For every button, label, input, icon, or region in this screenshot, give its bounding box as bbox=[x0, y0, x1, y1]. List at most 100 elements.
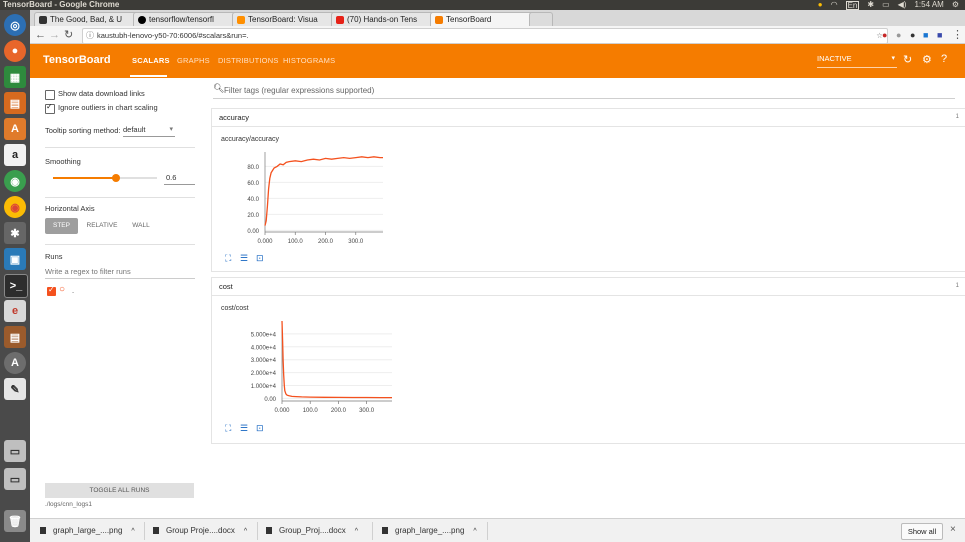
x-tick-label: 200.0 bbox=[331, 408, 347, 414]
accuracy-chart[interactable]: 0.00 20.0 40.0 60.0 80.0 0.000 100.0 200.0 300.0 bbox=[215, 147, 395, 257]
extension-icon[interactable]: ■ bbox=[923, 28, 928, 42]
download-item[interactable]: Group_Proj....docx ^ bbox=[266, 526, 358, 535]
updater-icon[interactable]: A bbox=[4, 352, 26, 374]
firefox-icon[interactable]: ● bbox=[4, 40, 26, 62]
app-logo[interactable]: TensorBoard bbox=[43, 54, 111, 66]
software-center-icon[interactable]: A bbox=[4, 118, 26, 140]
show-download-links-label: Show data download links bbox=[58, 89, 145, 98]
divider bbox=[45, 197, 195, 198]
ignore-outliers-checkbox[interactable]: ✓ bbox=[45, 102, 55, 114]
input-indicator[interactable]: En bbox=[845, 0, 860, 10]
amazon-icon[interactable]: a bbox=[4, 144, 26, 166]
extension-icon[interactable]: ■ bbox=[937, 28, 942, 42]
volume-icon[interactable]: ◀) bbox=[898, 0, 907, 10]
axis-wall-button[interactable]: WALL bbox=[126, 218, 156, 234]
chrome-icon[interactable]: ◉ bbox=[4, 196, 26, 218]
reload-icon[interactable]: ↻ bbox=[64, 28, 73, 42]
trash-icon[interactable]: 🗑 bbox=[4, 510, 26, 532]
terminal-icon[interactable]: >_ bbox=[4, 274, 28, 298]
tab-scalars[interactable]: SCALARS bbox=[132, 56, 170, 65]
axis-step-button[interactable]: STEP bbox=[45, 218, 78, 234]
y-tick-label: 0.00 bbox=[247, 229, 259, 235]
cost-chart[interactable]: 0.00 1.000e+4 2.000e+4 3.000e+4 4.000e+4 5.00… bbox=[215, 316, 405, 426]
text-editor-icon[interactable]: ✎ bbox=[4, 378, 26, 400]
caret-up-icon[interactable]: ^ bbox=[355, 528, 358, 535]
wifi-icon[interactable]: ◠ bbox=[831, 0, 838, 10]
files-icon[interactable]: ▤ bbox=[4, 326, 26, 348]
dropdown-arrow-icon: ▾ bbox=[169, 126, 173, 133]
browser-tab[interactable]: The Good, Bad, & U × bbox=[34, 12, 149, 27]
x-tick-label: 100.0 bbox=[303, 408, 319, 414]
drive-icon[interactable]: ▭ bbox=[4, 440, 26, 462]
show-all-downloads-button[interactable]: Show all bbox=[901, 523, 943, 540]
log-directory: ./logs/cnn_logs1 bbox=[45, 501, 92, 508]
axis-relative-button[interactable]: RELATIVE bbox=[83, 218, 121, 234]
runs-filter-placeholder: Write a regex to filter runs bbox=[45, 267, 131, 276]
ide-icon[interactable]: e bbox=[4, 300, 26, 322]
caret-up-icon[interactable]: ^ bbox=[131, 528, 134, 535]
x-tick-label: 0.000 bbox=[274, 408, 290, 414]
tooltip-sorting-select[interactable]: default ▾ bbox=[123, 124, 175, 137]
tab-distributions[interactable]: DISTRIBUTIONS bbox=[218, 56, 279, 65]
expand-chart-icon[interactable]: ⊡ bbox=[256, 253, 264, 263]
fit-domain-icon[interactable]: ⛶ bbox=[225, 423, 231, 433]
help-icon[interactable]: ? bbox=[941, 53, 947, 65]
run-color-circle-icon[interactable]: ○ bbox=[59, 284, 65, 295]
battery-icon[interactable]: ▭ bbox=[882, 0, 890, 10]
extension-icon[interactable]: ● bbox=[882, 28, 887, 42]
clock[interactable]: 1:54 AM bbox=[914, 0, 943, 10]
impress-icon[interactable]: ▤ bbox=[4, 92, 26, 114]
chart-title: cost/cost bbox=[221, 305, 249, 312]
main-panel: 🔍︎ Filter tags (regular expressions supp… bbox=[205, 78, 965, 518]
ignore-outliers-label: Ignore outliers in chart scaling bbox=[58, 103, 158, 112]
toggle-all-runs-button[interactable]: TOGGLE ALL RUNS bbox=[45, 483, 194, 498]
extension-icon[interactable]: ● bbox=[910, 28, 915, 42]
bluetooth-icon[interactable]: ✱ bbox=[867, 0, 874, 10]
category-header[interactable]: cost 1 bbox=[212, 278, 965, 296]
close-icon[interactable]: × bbox=[950, 524, 956, 535]
show-download-links-checkbox[interactable] bbox=[45, 90, 55, 100]
file-icon bbox=[382, 527, 388, 534]
y-tick-label: 5.000e+4 bbox=[251, 332, 277, 338]
smoothing-input[interactable]: 0.6 bbox=[164, 172, 195, 185]
download-item[interactable]: graph_large_....png ^ bbox=[40, 526, 135, 535]
system-settings-icon[interactable]: ✱ bbox=[4, 222, 26, 244]
calc-icon[interactable]: ▦ bbox=[4, 66, 26, 88]
tab-histograms[interactable]: HISTOGRAMS bbox=[283, 56, 335, 65]
address-bar[interactable]: ⓘ kaustubh-lenovo-y50-70:6006/#scalars&r… bbox=[82, 28, 888, 44]
settings-icon[interactable]: ⚙ bbox=[922, 53, 932, 66]
refresh-icon[interactable]: ↻ bbox=[903, 53, 912, 66]
forward-arrow-icon[interactable]: → bbox=[49, 28, 60, 42]
back-arrow-icon[interactable]: ← bbox=[35, 28, 46, 42]
new-tab-button[interactable] bbox=[529, 12, 553, 27]
settings-gear-icon[interactable]: ⚙ bbox=[952, 0, 959, 10]
extension-icon[interactable]: ● bbox=[896, 28, 901, 42]
runs-filter-input[interactable]: Write a regex to filter runs bbox=[45, 266, 195, 279]
run-checkbox[interactable]: ✓ bbox=[47, 285, 56, 296]
download-item[interactable]: Group Proje....docx ^ bbox=[153, 526, 247, 535]
tab-graphs[interactable]: GRAPHS bbox=[177, 56, 210, 65]
chrome-tray-icon[interactable]: ● bbox=[818, 0, 823, 10]
log-scale-icon[interactable]: ☰ bbox=[240, 253, 248, 263]
drive-icon-2[interactable]: ▭ bbox=[4, 468, 26, 490]
menu-kebab-icon[interactable]: ⋮ bbox=[952, 28, 963, 42]
tag-filter-input[interactable]: 🔍︎ Filter tags (regular expressions supp… bbox=[213, 83, 955, 99]
fit-domain-icon[interactable]: ⛶ bbox=[225, 253, 231, 263]
document-viewer-icon[interactable]: ▣ bbox=[4, 248, 26, 270]
caret-up-icon[interactable]: ^ bbox=[473, 528, 476, 535]
info-icon[interactable]: ⓘ bbox=[86, 29, 94, 42]
browser-tab[interactable]: tensorflow/tensorfl × bbox=[133, 12, 248, 27]
expand-chart-icon[interactable]: ⊡ bbox=[256, 423, 264, 433]
download-item[interactable]: graph_large_....png ^ bbox=[382, 526, 477, 535]
dash-icon[interactable]: ◎ bbox=[4, 14, 26, 36]
log-scale-icon[interactable]: ☰ bbox=[240, 423, 248, 433]
browser-tab[interactable]: TensorBoard: Visua × bbox=[232, 12, 347, 27]
category-header[interactable]: accuracy 1 bbox=[212, 109, 965, 127]
caret-up-icon[interactable]: ^ bbox=[244, 528, 247, 535]
browser-tab-active[interactable]: TensorBoard × bbox=[430, 12, 545, 27]
smoothing-slider-knob[interactable] bbox=[112, 174, 120, 182]
browser-tab[interactable]: (70) Hands-on Tens × bbox=[331, 12, 446, 27]
tab-label: TensorBoard bbox=[446, 15, 492, 24]
network-icon[interactable]: ◉ bbox=[4, 170, 26, 192]
plugin-selector[interactable]: INACTIVE ▾ bbox=[817, 54, 897, 68]
